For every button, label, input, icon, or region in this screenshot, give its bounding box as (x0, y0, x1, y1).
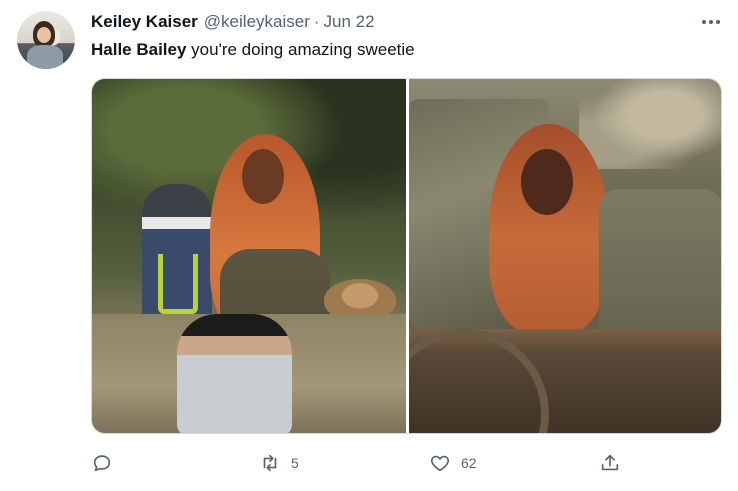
tweet-date[interactable]: Jun 22 (324, 12, 375, 32)
like-count: 62 (461, 455, 477, 471)
like-icon (430, 455, 450, 472)
media-photo-left[interactable] (92, 79, 406, 433)
more-dot (702, 20, 706, 24)
tweet-actions: 5 62 (91, 448, 722, 478)
reply-button[interactable] (91, 448, 123, 478)
like-button[interactable]: 62 (429, 448, 477, 478)
header-separator: · (313, 12, 320, 31)
retweet-icon (263, 454, 277, 472)
user-handle[interactable]: @keileykaiser (204, 12, 310, 32)
avatar[interactable] (17, 11, 75, 69)
avatar-shirt (27, 45, 63, 69)
crew-vest (158, 254, 198, 314)
crew-member-cap (177, 314, 292, 433)
rocks (579, 79, 721, 169)
media-photo-right[interactable] (409, 79, 721, 433)
tweet-header: Keiley Kaiser @keileykaiser · Jun 22 (91, 12, 375, 34)
more-icon[interactable] (700, 14, 722, 30)
display-name[interactable]: Keiley Kaiser (91, 12, 198, 32)
tweet-text: Halle Bailey you're doing amazing sweeti… (91, 40, 415, 60)
retweet-count: 5 (291, 455, 299, 471)
tweet[interactable]: Keiley Kaiser @keileykaiser · Jun 22 Hal… (0, 0, 738, 491)
actress-face (242, 149, 284, 204)
tarp-right (599, 189, 721, 349)
tweet-mention[interactable]: Halle Bailey (91, 40, 186, 59)
retweet-button[interactable]: 5 (259, 448, 299, 478)
actress-face (521, 149, 573, 215)
avatar-face (37, 27, 51, 43)
share-button[interactable] (599, 448, 631, 478)
more-dot (716, 20, 720, 24)
reply-icon (93, 455, 111, 472)
tweet-body: you're doing amazing sweetie (186, 40, 415, 59)
tweet-media[interactable] (91, 78, 722, 434)
share-icon (601, 454, 619, 471)
more-dot (709, 20, 713, 24)
